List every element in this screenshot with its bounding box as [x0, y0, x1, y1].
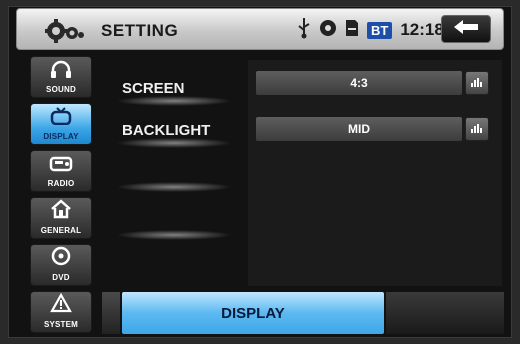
warning-icon	[50, 292, 72, 320]
sd-card-icon	[345, 19, 359, 42]
header-bar: SETTING BT 12:18 AM	[16, 8, 504, 50]
divider-glow	[116, 138, 232, 148]
footer-left-segment	[102, 292, 120, 334]
disc-icon	[50, 246, 72, 273]
screen-adjust-button[interactable]	[465, 71, 489, 95]
equalizer-icon	[471, 74, 483, 92]
divider-glow	[116, 96, 232, 106]
equalizer-icon	[471, 120, 483, 138]
gear-icon	[44, 18, 85, 44]
sidebar-item-label: SOUND	[46, 85, 76, 94]
footer-active-tab[interactable]: DISPLAY	[122, 292, 384, 334]
sidebar-item-label: RADIO	[47, 179, 75, 188]
backlight-adjust-button[interactable]	[465, 117, 489, 141]
backlight-value-field[interactable]: MID	[256, 117, 462, 141]
sidebar-item-general[interactable]: GENERAL	[30, 197, 92, 239]
sidebar-item-dvd[interactable]: DVD	[30, 244, 92, 286]
screen-value-field[interactable]: 4:3	[256, 71, 462, 95]
monitor-icon	[50, 107, 72, 132]
setting-label-backlight: BACKLIGHT	[122, 122, 211, 139]
sidebar-item-label: DISPLAY	[43, 132, 79, 141]
headphones-icon	[50, 60, 72, 85]
sidebar-item-radio[interactable]: RADIO	[30, 150, 92, 192]
back-arrow-icon	[452, 19, 480, 40]
sidebar-item-label: GENERAL	[40, 226, 82, 235]
sidebar-item-display[interactable]: DISPLAY	[30, 103, 92, 145]
bluetooth-badge: BT	[367, 21, 393, 39]
sidebar-item-label: DVD	[52, 273, 70, 282]
back-button[interactable]	[441, 15, 491, 43]
radio-icon	[49, 154, 73, 179]
sidebar-item-system[interactable]: SYSTEM	[30, 291, 92, 333]
home-icon	[50, 199, 72, 226]
divider-glow	[116, 182, 232, 192]
sidebar-item-label: SYSTEM	[43, 320, 79, 329]
setting-label-screen: SCREEN	[122, 80, 185, 97]
disc-status-icon	[319, 19, 337, 42]
usb-icon	[297, 17, 311, 44]
divider-glow	[116, 230, 232, 240]
sidebar-item-sound[interactable]: SOUND	[30, 56, 92, 98]
footer-right-segment	[386, 292, 504, 334]
page-title: SETTING	[101, 21, 179, 40]
sidebar: SOUND DISPLAY RADIO GENERAL DVD SYSTEM	[24, 54, 100, 338]
